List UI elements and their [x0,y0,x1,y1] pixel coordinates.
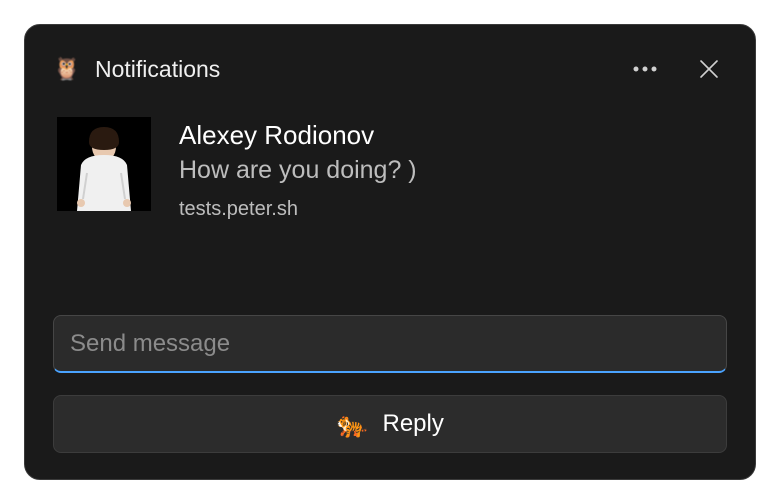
reply-button[interactable]: 🐅 Reply [53,395,727,453]
toast-header: 🦉 Notifications [53,45,727,93]
notification-toast: 🦉 Notifications [24,24,756,480]
more-button[interactable] [627,51,663,87]
reply-icon: 🐅 [336,411,368,437]
app-name: Notifications [95,56,613,83]
header-actions [627,51,727,87]
sender-avatar [57,117,151,211]
reply-input[interactable] [53,315,727,373]
toast-body: Alexey Rodionov How are you doing? ) tes… [53,117,727,221]
sender-name: Alexey Rodionov [179,119,417,152]
reply-input-container [53,315,727,373]
close-icon [699,59,719,79]
app-icon: 🦉 [53,55,81,83]
reply-button-label: Reply [383,410,444,438]
source-label: tests.peter.sh [179,198,417,221]
notification-text: Alexey Rodionov How are you doing? ) tes… [179,117,417,221]
message-preview: How are you doing? ) [179,154,417,187]
more-icon [632,65,658,73]
close-button[interactable] [691,51,727,87]
